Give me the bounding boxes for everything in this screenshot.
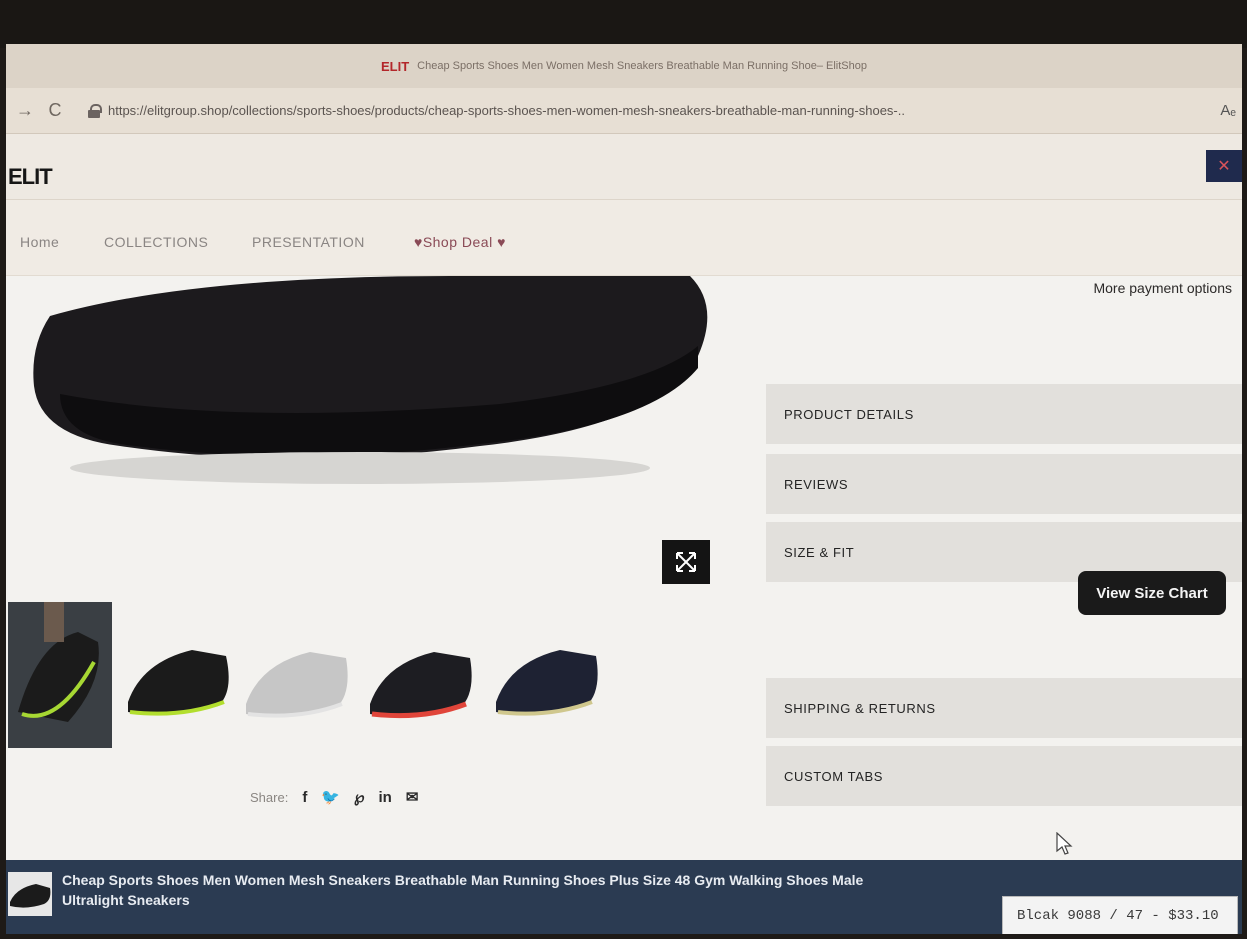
sticky-add-to-cart-bar: Cheap Sports Shoes Men Women Mesh Sneake… (6, 860, 1242, 934)
url-field[interactable]: https://elitgroup.shop/collections/sport… (88, 103, 1178, 118)
menu-item-collections[interactable]: COLLECTIONS (104, 234, 208, 250)
address-bar: → C https://elitgroup.shop/collections/s… (6, 88, 1242, 134)
site-header: ELIT ✕ (6, 134, 1242, 200)
pinterest-icon[interactable]: ℘ (354, 788, 364, 806)
main-menu: Home COLLECTIONS PRESENTATION ♥Shop Deal… (6, 200, 1242, 276)
thumbnail-3[interactable] (240, 602, 352, 748)
thumbnail-1[interactable] (8, 602, 112, 748)
url-text: https://elitgroup.shop/collections/sport… (108, 103, 905, 118)
expand-icon[interactable] (662, 540, 710, 584)
thumbnail-5[interactable] (490, 602, 602, 748)
product-section: More payment options PRODUCT DETAILS REV… (6, 276, 1242, 860)
tab-favicon: ELIT (380, 58, 410, 74)
share-label: Share: (250, 789, 289, 805)
mouse-cursor-icon (1056, 832, 1073, 855)
sticky-product-title: Cheap Sports Shoes Men Women Mesh Sneake… (62, 872, 864, 908)
variant-select[interactable]: Blcak 9088 / 47 - $33.10 (1002, 896, 1238, 934)
menu-item-shop-deal[interactable]: ♥Shop Deal ♥ (414, 234, 506, 250)
view-size-chart-button[interactable]: View Size Chart (1078, 571, 1226, 615)
twitter-icon[interactable]: 🐦 (321, 788, 340, 806)
accordion-custom-tabs[interactable]: CUSTOM TABS (766, 746, 1242, 806)
site-logo[interactable]: ELIT (8, 164, 53, 190)
accordion-reviews[interactable]: REVIEWS (766, 454, 1242, 514)
more-payment-options-link[interactable]: More payment options (1093, 280, 1232, 296)
back-arrow-icon[interactable]: → (10, 100, 40, 121)
sticky-product-thumbnail (8, 872, 52, 916)
browser-titlebar: ELIT Cheap Sports Shoes Men Women Mesh S… (6, 44, 1242, 88)
email-icon[interactable]: ✉ (406, 788, 419, 806)
thumbnail-2[interactable] (122, 602, 234, 748)
linkedin-icon[interactable]: in (378, 789, 391, 806)
tab-title[interactable]: Cheap Sports Shoes Men Women Mesh Sneake… (417, 60, 867, 72)
product-main-image[interactable] (30, 276, 730, 496)
share-bar: Share: f 🐦 ℘ in ✉ (250, 788, 419, 807)
lock-icon[interactable] (88, 103, 102, 118)
menu-item-presentation[interactable]: PRESENTATION (252, 234, 365, 250)
thumbnail-4[interactable] (364, 602, 476, 748)
uk-flag-icon[interactable]: ✕ (1206, 150, 1242, 182)
facebook-icon[interactable]: f (302, 789, 307, 806)
accordion-shipping-returns[interactable]: SHIPPING & RETURNS (766, 678, 1242, 738)
refresh-icon[interactable]: C (40, 100, 70, 121)
menu-item-home[interactable]: Home (20, 234, 59, 250)
accordion-product-details[interactable]: PRODUCT DETAILS (766, 384, 1242, 444)
read-aloud-icon[interactable]: Aₑ (1220, 102, 1236, 119)
browser-screen: ELIT Cheap Sports Shoes Men Women Mesh S… (6, 44, 1242, 934)
monitor-bezel (0, 0, 1247, 48)
